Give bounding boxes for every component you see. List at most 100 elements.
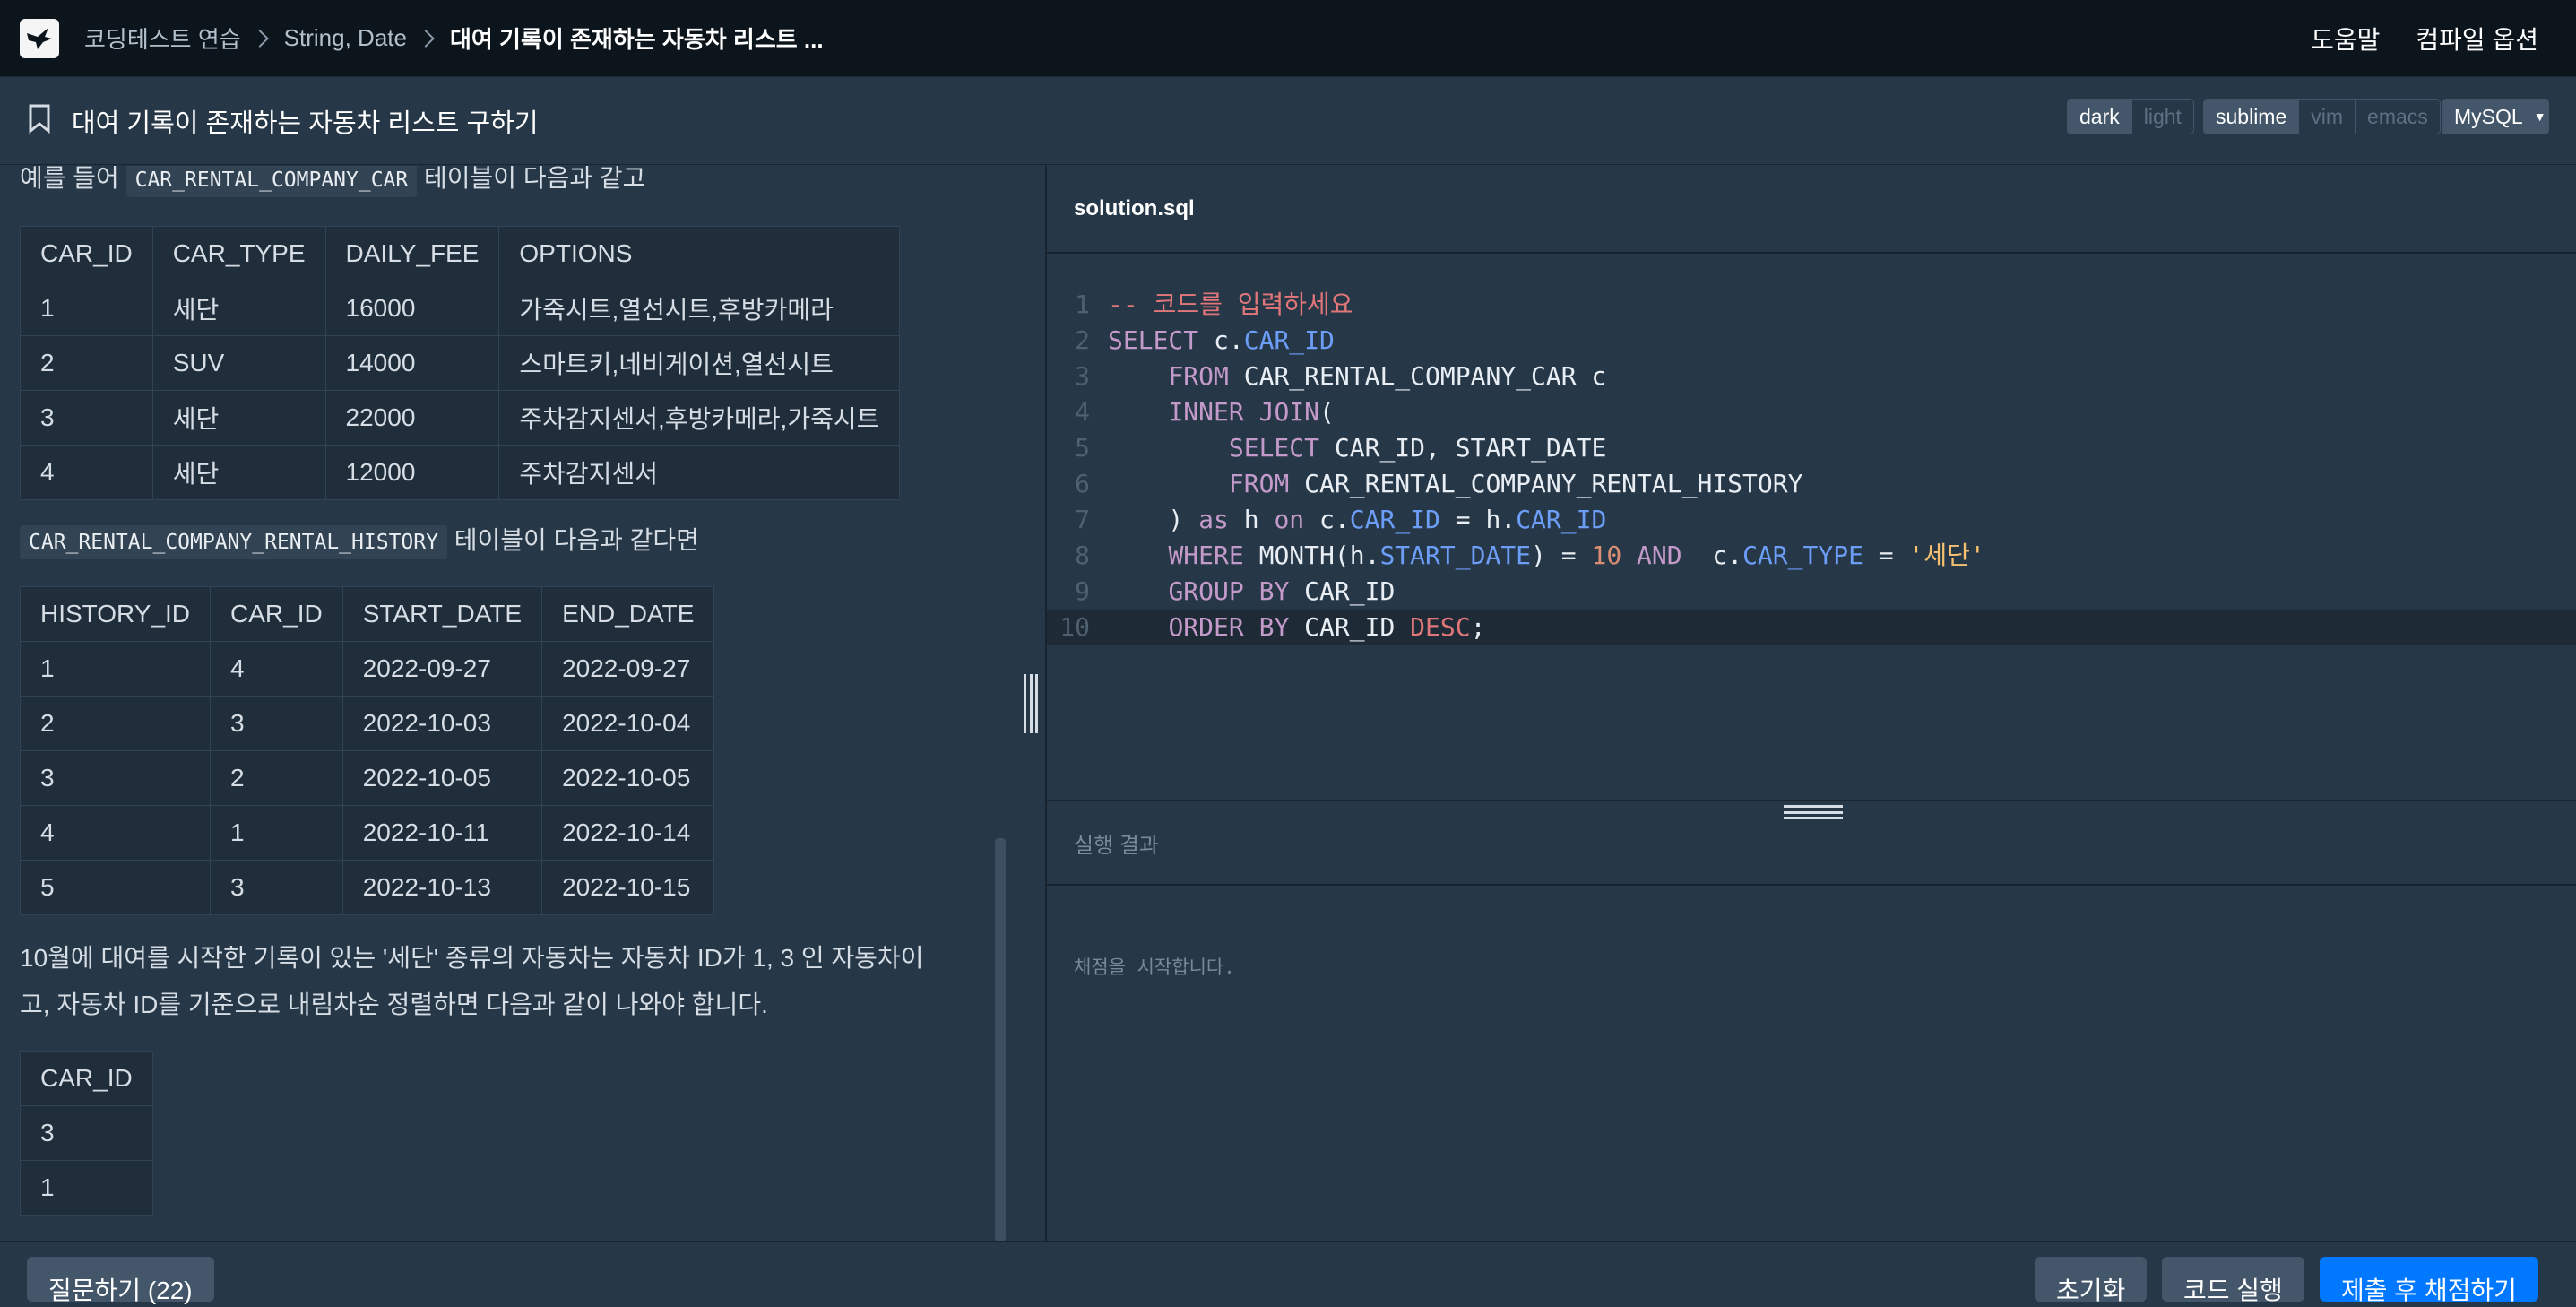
- code-line: 8 WHERE MONTH(h. START_DATE) = 10 AND c. C…: [1047, 538, 2576, 574]
- table-cell: 2022-10-03: [341, 696, 543, 751]
- table-cell: 2022-10-14: [541, 805, 715, 861]
- table-row: 4 1 2022-10-11 2022-10-14: [19, 805, 715, 861]
- table-row: 1 4 2022-09-27 2022-09-27: [19, 641, 715, 697]
- table-cell: 4: [20, 445, 153, 500]
- table-cell: 14000: [324, 335, 500, 391]
- keymap-toggle: sublime vim emacs: [2203, 99, 2441, 134]
- question-button[interactable]: 질문하기 (22): [27, 1257, 214, 1304]
- table-header-row: CAR_ID: [20, 1051, 153, 1106]
- chevron-right-icon: [250, 29, 269, 48]
- table-cell: 2: [210, 750, 343, 806]
- table-cell: 3: [210, 696, 343, 751]
- code-line: 9 GROUP BY CAR_ID: [1047, 574, 2576, 610]
- breadcrumb-coding-test[interactable]: 코딩테스트 연습: [84, 22, 241, 55]
- breadcrumb-category[interactable]: String, Date: [284, 24, 407, 52]
- description-scrollbar[interactable]: [995, 838, 1006, 1242]
- table-cell: 1: [19, 641, 212, 697]
- file-tab[interactable]: solution.sql: [1074, 196, 1195, 221]
- editor-tab-bar: solution.sql: [1047, 166, 2576, 254]
- line-number: 1: [1075, 290, 1090, 319]
- rental-history-table: HISTORY_ID CAR_ID START_DATE END_DATE 1 …: [19, 586, 715, 915]
- intro-text: 예를 들어: [20, 166, 119, 192]
- table-cell: 세단: [151, 281, 326, 336]
- keymap-vim-option[interactable]: vim: [2298, 100, 2355, 134]
- help-link[interactable]: 도움말: [2311, 21, 2380, 56]
- compile-options-link[interactable]: 컴파일 옵션: [2416, 21, 2538, 56]
- result-output: 채점을 시작합니다.: [1074, 956, 1235, 978]
- table-header: CAR_ID: [20, 226, 153, 281]
- intro-text-suffix: 테이블이 다음과 같고: [424, 166, 646, 192]
- theme-light-option[interactable]: light: [2131, 100, 2193, 134]
- table-header: CAR_TYPE: [151, 226, 326, 281]
- table-cell: 5: [19, 860, 212, 915]
- code-line: 7 ) as h on c. CAR_ID = h. CAR_ID: [1047, 502, 2576, 538]
- table-cell: 12000: [324, 445, 500, 500]
- table-header: CAR_ID: [20, 1051, 153, 1106]
- top-navigation-bar: 코딩테스트 연습 String, Date 대여 기록이 존재하는 자동차 리스…: [0, 0, 2576, 77]
- table-cell: 2022-10-04: [541, 696, 715, 751]
- table-cell: 16000: [324, 281, 500, 336]
- line-number: 10: [1059, 612, 1090, 642]
- table-cell: 3: [20, 390, 153, 446]
- table-cell: 1: [20, 281, 153, 336]
- bookmark-icon[interactable]: [27, 103, 52, 138]
- table-cell: 1: [20, 1160, 153, 1216]
- result-heading-text: 실행 결과: [1074, 833, 1159, 858]
- line-number: 3: [1075, 361, 1090, 391]
- table-header: START_DATE: [341, 586, 543, 642]
- reset-button[interactable]: 초기화: [2035, 1257, 2148, 1304]
- table-cell: 2022-09-27: [341, 641, 543, 697]
- table-cell: 22000: [324, 390, 500, 446]
- table-header-row: HISTORY_ID CAR_ID START_DATE END_DATE: [19, 586, 715, 642]
- problem-description-panel[interactable]: 예를 들어 CAR_RENTAL_COMPANY_CAR 테이블이 다음과 같고…: [0, 166, 1022, 1242]
- table-cell: 2022-10-05: [341, 750, 543, 806]
- table-row: 3 세단 22000 주차감지센서,후방카메라,가죽시트: [20, 390, 901, 446]
- table-cell: 2: [19, 696, 212, 751]
- language-select-value: MySQL: [2454, 104, 2523, 128]
- table-cell: 2022-10-11: [341, 805, 543, 861]
- vertical-resize-handle[interactable]: [1024, 674, 1038, 733]
- table-cell: 4: [210, 641, 343, 697]
- theme-dark-option[interactable]: dark: [2068, 100, 2131, 134]
- programmers-logo[interactable]: [20, 18, 59, 58]
- expected-result-table: CAR_ID 3 1: [20, 1051, 153, 1216]
- history-intro-text: 테이블이 다음과 같다면: [454, 526, 699, 554]
- table-cell: 가죽시트,열선시트,후방카메라: [498, 281, 901, 336]
- inline-code-table-name: CAR_RENTAL_COMPANY_CAR: [125, 166, 418, 197]
- table-header: CAR_ID: [210, 586, 343, 642]
- table-cell: 2022-10-15: [541, 860, 715, 915]
- table-cell: 3: [20, 1105, 153, 1161]
- result-heading: 실행 결과: [1047, 800, 2576, 886]
- code-line: 1 -- 코드를 입력하세요: [1047, 287, 2576, 323]
- language-select[interactable]: MySQL ▼: [2442, 99, 2549, 134]
- chevron-right-icon: [417, 29, 435, 48]
- table-header: OPTIONS: [498, 226, 901, 281]
- explanation-line: 10월에 대여를 시작한 기록이 있는 '세단' 종류의 자동차는 자동차 ID…: [20, 944, 924, 972]
- page-title: 대여 기록이 존재하는 자동차 리스트 구하기: [72, 108, 539, 138]
- line-number: 7: [1075, 505, 1090, 534]
- code-editor[interactable]: 1 -- 코드를 입력하세요 2 SELECT c. CAR_ID 3 FROM CA…: [1047, 255, 2576, 798]
- code-line: 6 FROM CAR_RENTAL_COMPANY_RENTAL_HISTORY: [1047, 466, 2576, 502]
- code-line-active: 10 ORDER BY CAR_ID DESC;: [1047, 610, 2576, 645]
- submit-button[interactable]: 제출 후 채점하기: [2320, 1257, 2538, 1304]
- history-intro-paragraph: CAR_RENTAL_COMPANY_RENTAL_HISTORY 테이블이 다…: [20, 517, 699, 566]
- table-cell: 3: [210, 860, 343, 915]
- table-row: 3: [20, 1105, 153, 1161]
- inline-code-table-name: CAR_RENTAL_COMPANY_RENTAL_HISTORY: [20, 525, 447, 559]
- table-header: END_DATE: [541, 586, 715, 642]
- code-line: 2 SELECT c. CAR_ID: [1047, 323, 2576, 359]
- table-cell: 4: [19, 805, 212, 861]
- table-row: 3 2 2022-10-05 2022-10-05: [19, 750, 715, 806]
- editor-panel: solution.sql 1 -- 코드를 입력하세요 2 SELECT c. CAR…: [1045, 166, 2576, 1242]
- table-row: 4 세단 12000 주차감지센서: [20, 445, 901, 500]
- intro-paragraph: 예를 들어 CAR_RENTAL_COMPANY_CAR 테이블이 다음과 같고: [20, 166, 645, 203]
- car-table: CAR_ID CAR_TYPE DAILY_FEE OPTIONS 1 세단 1…: [20, 226, 901, 500]
- table-row: 1: [20, 1160, 153, 1216]
- explanation-paragraph: 10월에 대여를 시작한 기록이 있는 '세단' 종류의 자동차는 자동차 ID…: [20, 935, 923, 1028]
- table-header-row: CAR_ID CAR_TYPE DAILY_FEE OPTIONS: [20, 226, 901, 281]
- keymap-sublime-option[interactable]: sublime: [2204, 100, 2299, 134]
- table-header: DAILY_FEE: [324, 226, 500, 281]
- run-code-button[interactable]: 코드 실행: [2162, 1257, 2304, 1304]
- keymap-emacs-option[interactable]: emacs: [2355, 100, 2440, 134]
- table-cell: 3: [19, 750, 212, 806]
